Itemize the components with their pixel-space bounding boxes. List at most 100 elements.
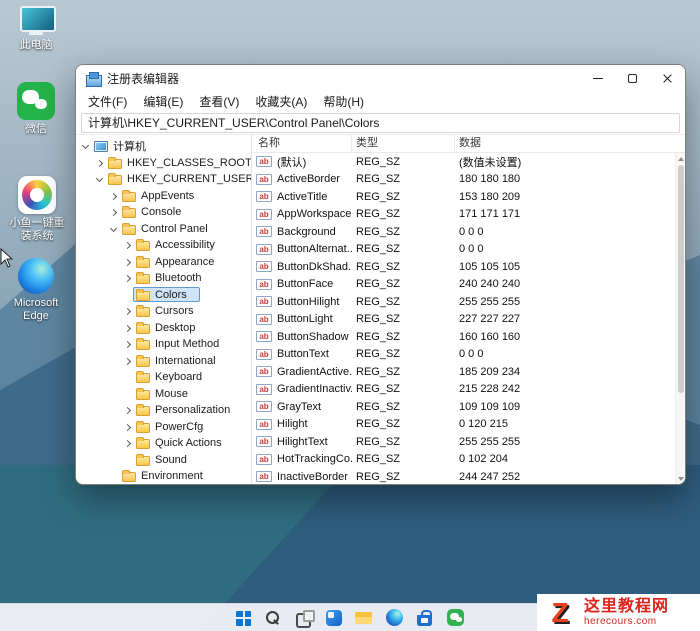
chevron-right-icon[interactable] [122, 239, 133, 251]
registry-row[interactable]: ab GrayText REG_SZ 109 109 109 [252, 398, 685, 416]
tree-item-accessibility[interactable]: Accessibility [76, 237, 251, 254]
tree-item-sound[interactable]: Sound [76, 452, 251, 469]
menu-view[interactable]: 查看(V) [191, 93, 247, 110]
tree-item-colors[interactable]: Colors [76, 287, 251, 304]
chevron-down-icon[interactable] [108, 223, 119, 235]
folder-icon [136, 371, 150, 384]
menu-favorites[interactable]: 收藏夹(A) [247, 93, 315, 110]
tree-item-appearance[interactable]: Appearance [76, 254, 251, 271]
tree-item-quick-actions[interactable]: Quick Actions [76, 435, 251, 452]
string-value-icon: ab [256, 156, 272, 168]
chevron-down-icon[interactable] [94, 173, 105, 185]
registry-row[interactable]: ab AppWorkspace REG_SZ 171 171 171 [252, 206, 685, 224]
start-icon[interactable] [236, 610, 251, 626]
registry-row[interactable]: ab (默认) REG_SZ (数值未设置) [252, 153, 685, 171]
tree-item-hkey-current-user[interactable]: HKEY_CURRENT_USER [76, 171, 251, 188]
registry-row[interactable]: ab ButtonFace REG_SZ 240 240 240 [252, 276, 685, 294]
folder-icon [108, 173, 122, 186]
desktop-icon-this-pc[interactable]: 此电脑 [8, 6, 64, 52]
tree-item-label: Bluetooth [155, 272, 202, 285]
tree-item-personalization[interactable]: Personalization [76, 402, 251, 419]
vertical-scrollbar[interactable] [675, 153, 685, 484]
value-type: REG_SZ [356, 295, 401, 308]
registry-row[interactable]: ab ActiveTitle REG_SZ 153 180 209 [252, 188, 685, 206]
minimize-button[interactable] [580, 65, 615, 91]
registry-row[interactable]: ab GradientInactiv... REG_SZ 215 228 242 [252, 381, 685, 399]
registry-row[interactable]: ab Hilight REG_SZ 0 120 215 [252, 416, 685, 434]
tree-item-desktop[interactable]: Desktop [76, 320, 251, 337]
value-name: Hilight [277, 418, 308, 431]
tree-item-mouse[interactable]: Mouse [76, 386, 251, 403]
menu-file[interactable]: 文件(F) [80, 93, 135, 110]
registry-row[interactable]: ab HotTrackingCo... REG_SZ 0 102 204 [252, 451, 685, 469]
value-data: 109 109 109 [459, 400, 521, 413]
chevron-right-icon[interactable] [108, 190, 119, 202]
chevron-right-icon[interactable] [122, 272, 133, 284]
scrollbar-thumb[interactable] [678, 165, 684, 393]
close-button[interactable] [650, 65, 685, 91]
registry-row[interactable]: ab HilightText REG_SZ 255 255 255 [252, 433, 685, 451]
tree-item-international[interactable]: International [76, 353, 251, 370]
tree-item-inner: AppEvents [119, 188, 197, 203]
registry-row[interactable]: ab ActiveBorder REG_SZ 180 180 180 [252, 171, 685, 189]
registry-row[interactable]: ab ButtonText REG_SZ 0 0 0 [252, 346, 685, 364]
chevron-right-icon[interactable] [122, 256, 133, 268]
search-icon[interactable] [264, 609, 282, 627]
column-header-data[interactable]: 数据 [455, 135, 685, 152]
chevron-right-icon[interactable] [122, 338, 133, 350]
chevron-right-icon[interactable] [122, 421, 133, 433]
chevron-down-icon[interactable] [80, 140, 91, 152]
registry-row[interactable]: ab ButtonLight REG_SZ 227 227 227 [252, 311, 685, 329]
desktop-icon-label: 小鱼一键重装系统 [9, 217, 65, 243]
tree-item-hkey-classes-root[interactable]: HKEY_CLASSES_ROOT [76, 155, 251, 172]
store-icon[interactable] [416, 609, 434, 627]
maximize-button[interactable] [615, 65, 650, 91]
registry-row[interactable]: ab ButtonShadow REG_SZ 160 160 160 [252, 328, 685, 346]
chevron-right-icon[interactable] [122, 355, 133, 367]
chevron-right-icon[interactable] [122, 305, 133, 317]
desktop-icon-wechat[interactable]: 微信 [6, 82, 66, 136]
tree-item-bluetooth[interactable]: Bluetooth [76, 270, 251, 287]
tree-item-input-method[interactable]: Input Method [76, 336, 251, 353]
regedit-window: 注册表编辑器 文件(F) 编辑(E) 查看(V) 收藏夹(A) 帮助(H) 计算机\HK… [75, 64, 686, 485]
column-header-name[interactable]: 名称 [252, 135, 352, 152]
value-name: GradientActive... [277, 365, 352, 378]
tree-item-keyboard[interactable]: Keyboard [76, 369, 251, 386]
column-header-type[interactable]: 类型 [352, 135, 455, 152]
widgets-icon[interactable] [326, 610, 342, 626]
chevron-spacer [122, 388, 133, 400]
tree-item-powercfg[interactable]: PowerCfg [76, 419, 251, 436]
tree-item-cursors[interactable]: Cursors [76, 303, 251, 320]
tree-item-console[interactable]: Console [76, 204, 251, 221]
file-explorer-icon[interactable] [355, 610, 373, 628]
tree-item-appevents[interactable]: AppEvents [76, 188, 251, 205]
registry-row[interactable]: ab Background REG_SZ 0 0 0 [252, 223, 685, 241]
wechat-icon[interactable] [447, 609, 464, 626]
chevron-right-icon[interactable] [122, 322, 133, 334]
tree-item-computer[interactable]: 计算机 [76, 138, 251, 155]
tree-item-inner: Bluetooth [133, 271, 204, 286]
tree-item-control-panel[interactable]: Control Panel [76, 221, 251, 238]
chevron-right-icon[interactable] [94, 157, 105, 169]
folder-icon [136, 239, 150, 252]
chevron-right-icon[interactable] [122, 437, 133, 449]
address-input[interactable]: 计算机\HKEY_CURRENT_USER\Control Panel\Colo… [81, 113, 680, 133]
chevron-right-icon[interactable] [122, 404, 133, 416]
desktop-icon-xiaoyu-reinstall[interactable]: 小鱼一键重装系统 [5, 176, 69, 243]
string-value-icon: ab [256, 401, 272, 413]
menu-edit[interactable]: 编辑(E) [135, 93, 191, 110]
titlebar[interactable]: 注册表编辑器 [76, 65, 685, 91]
task-view-icon[interactable] [295, 609, 315, 628]
chevron-right-icon[interactable] [108, 206, 119, 218]
tree-item-label: Personalization [155, 404, 231, 417]
menu-help[interactable]: 帮助(H) [315, 93, 372, 110]
value-name: ActiveTitle [277, 190, 328, 203]
string-value-icon: ab [256, 296, 272, 308]
edge-icon[interactable] [386, 609, 403, 626]
registry-row[interactable]: ab ButtonDkShad... REG_SZ 105 105 105 [252, 258, 685, 276]
tree-item-environment[interactable]: Environment [76, 468, 251, 484]
registry-row[interactable]: ab ButtonHilight REG_SZ 255 255 255 [252, 293, 685, 311]
registry-row[interactable]: ab GradientActive... REG_SZ 185 209 234 [252, 363, 685, 381]
registry-row[interactable]: ab ButtonAlternat... REG_SZ 0 0 0 [252, 241, 685, 259]
registry-row[interactable]: ab InactiveBorder REG_SZ 244 247 252 [252, 468, 685, 484]
